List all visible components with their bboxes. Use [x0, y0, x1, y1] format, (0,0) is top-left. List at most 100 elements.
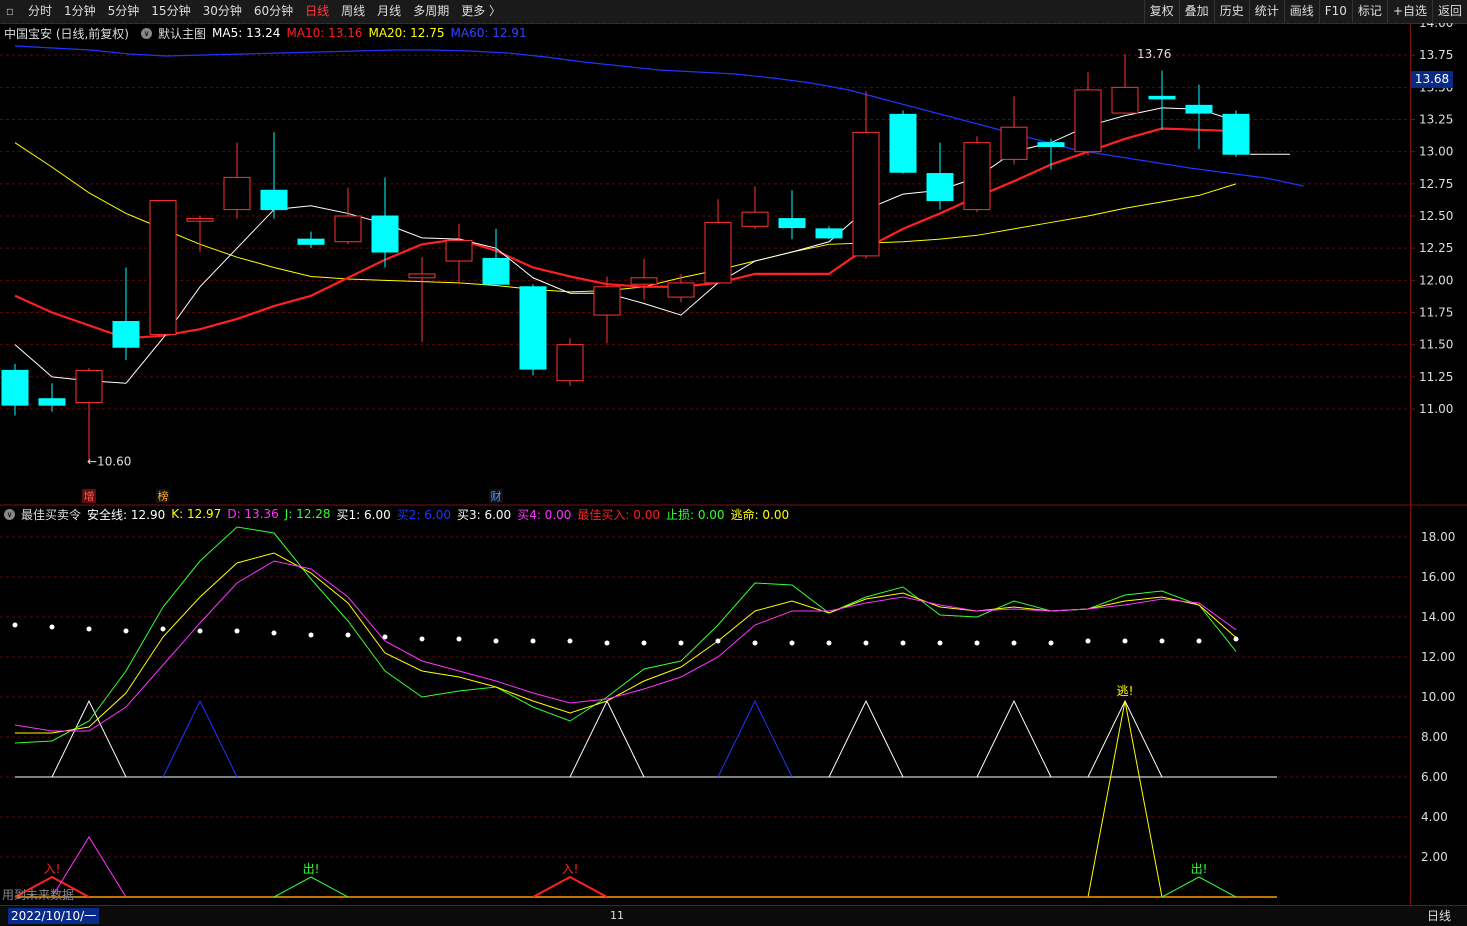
safety-dot [1159, 638, 1165, 644]
candle [741, 186, 769, 229]
toolbar-button-7[interactable]: +自选 [1386, 0, 1432, 23]
safety-dot [900, 640, 906, 646]
toolbar-right-buttons: 复权 叠加 历史 统计 画线 F10 标记 +自选 返回 [1143, 0, 1467, 23]
period-tab-9[interactable]: 多周期 [407, 0, 455, 23]
period-tab-8[interactable]: 月线 [371, 0, 407, 23]
sub-axis-label: 12.00 [1421, 650, 1455, 664]
period-tab-7[interactable]: 周线 [335, 0, 371, 23]
ma10-line [14, 127, 1237, 340]
toolbar-button-0[interactable]: 复权 [1143, 0, 1179, 23]
period-label[interactable]: 日线 [1411, 906, 1467, 926]
candle-body [704, 221, 732, 284]
candle [223, 142, 251, 219]
safety-dot [86, 626, 92, 632]
sub-axis-label: 2.00 [1421, 850, 1448, 864]
price-axis-label: 12.75 [1419, 177, 1453, 191]
safety-dot [419, 636, 425, 642]
candle-body [75, 369, 103, 404]
buy-signal-triangle [828, 699, 904, 778]
period-tab-10[interactable]: 更多 〉 [455, 0, 507, 23]
low-label: ←10.60 [87, 454, 131, 468]
cursor-date: 2022/10/10/一 [8, 908, 100, 924]
toolbar-button-1[interactable]: 叠加 [1178, 0, 1214, 23]
period-tab-6[interactable]: 日线 [299, 0, 335, 23]
candle-body [149, 200, 177, 335]
axis-labels: 14.0013.7513.5013.2513.0012.7512.5012.25… [1411, 16, 1467, 864]
candle [1000, 96, 1028, 165]
candle-body [1185, 104, 1213, 114]
toolbar: ▫ 分时 1分钟 5分钟 15分钟 30分钟 60分钟 日线 周线 月线 多周期 更多 〉 复权 叠加… [0, 0, 1467, 24]
ma60-line [14, 45, 1304, 187]
candle-body [1074, 89, 1102, 153]
candle-body [371, 215, 399, 253]
toolbar-button-4[interactable]: 画线 [1283, 0, 1319, 23]
period-tab-1[interactable]: 1分钟 [58, 0, 102, 23]
period-tab-2[interactable]: 5分钟 [102, 0, 146, 23]
price-axis-label: 12.50 [1419, 209, 1453, 223]
period-tab-4[interactable]: 30分钟 [197, 0, 248, 23]
safety-dot [567, 638, 573, 644]
candle-body [1222, 113, 1250, 155]
toolbar-button-2[interactable]: 历史 [1213, 0, 1249, 23]
candle [186, 216, 214, 253]
candle [1, 363, 29, 416]
safety-dot [345, 632, 351, 638]
candle [408, 257, 436, 343]
candle [445, 223, 473, 285]
buy-label: 入! [44, 862, 61, 876]
price-axis-label: 12.25 [1419, 241, 1453, 255]
candle [75, 367, 103, 461]
candle-body [963, 142, 991, 211]
period-tab-3[interactable]: 15分钟 [145, 0, 196, 23]
buy-signal-triangle [51, 699, 127, 778]
time-axis: 2022/10/10/一 11 日线 [0, 905, 1467, 926]
kline-chart[interactable]: 13.76 ←10.60 增 榜 财逃! 入! 入! 出! 出! [0, 23, 1410, 905]
period-tab-5[interactable]: 60分钟 [248, 0, 299, 23]
safety-dot [1011, 640, 1017, 646]
toolbar-button-5[interactable]: F10 [1318, 0, 1352, 23]
period-tab-0[interactable]: 分时 [22, 0, 58, 23]
candle [149, 200, 177, 335]
price-axis: 14.0013.7513.5013.2513.0012.7512.5012.25… [1410, 16, 1467, 905]
candle [297, 231, 325, 249]
price-axis-label: 11.50 [1419, 338, 1453, 352]
buy-signal-triangle [162, 699, 238, 778]
sell-spike [1161, 876, 1237, 898]
candle-body [445, 239, 473, 262]
candle-body [926, 173, 954, 202]
candle-body [1, 369, 29, 406]
safety-dot [123, 628, 129, 634]
price-axis-label: 11.25 [1419, 370, 1453, 384]
j-line [14, 526, 1237, 744]
price-axis-label: 13.75 [1419, 48, 1453, 62]
toolbar-button-6[interactable]: 标记 [1351, 0, 1387, 23]
safety-dot [863, 640, 869, 646]
safety-dot [641, 640, 647, 646]
buy-signal-triangle [1087, 699, 1163, 778]
buy-label: 入! [562, 862, 579, 876]
candle-body [1148, 95, 1176, 100]
candle-body [556, 344, 584, 382]
candle [926, 142, 954, 210]
safety-dot [308, 632, 314, 638]
candle-body [778, 218, 806, 229]
candle [112, 267, 140, 361]
candle-body [112, 321, 140, 348]
toolbar-button-8[interactable]: 返回 [1431, 0, 1467, 23]
candle-body [741, 211, 769, 227]
candle [556, 338, 584, 386]
safety-dot [197, 628, 203, 634]
buy-spike [532, 875, 608, 898]
buy-signal-triangle [569, 699, 645, 778]
candle-body [297, 238, 325, 245]
safety-dot [1196, 638, 1202, 644]
sub-axis-label: 14.00 [1421, 610, 1455, 624]
candle-body [519, 286, 547, 370]
candle-body [334, 215, 362, 243]
collapse-icon[interactable]: ▫ [2, 2, 18, 20]
current-price-tag: 13.68 [1411, 71, 1453, 88]
candle [482, 228, 510, 285]
candle [519, 284, 547, 376]
candle [778, 190, 806, 240]
toolbar-button-3[interactable]: 统计 [1248, 0, 1284, 23]
